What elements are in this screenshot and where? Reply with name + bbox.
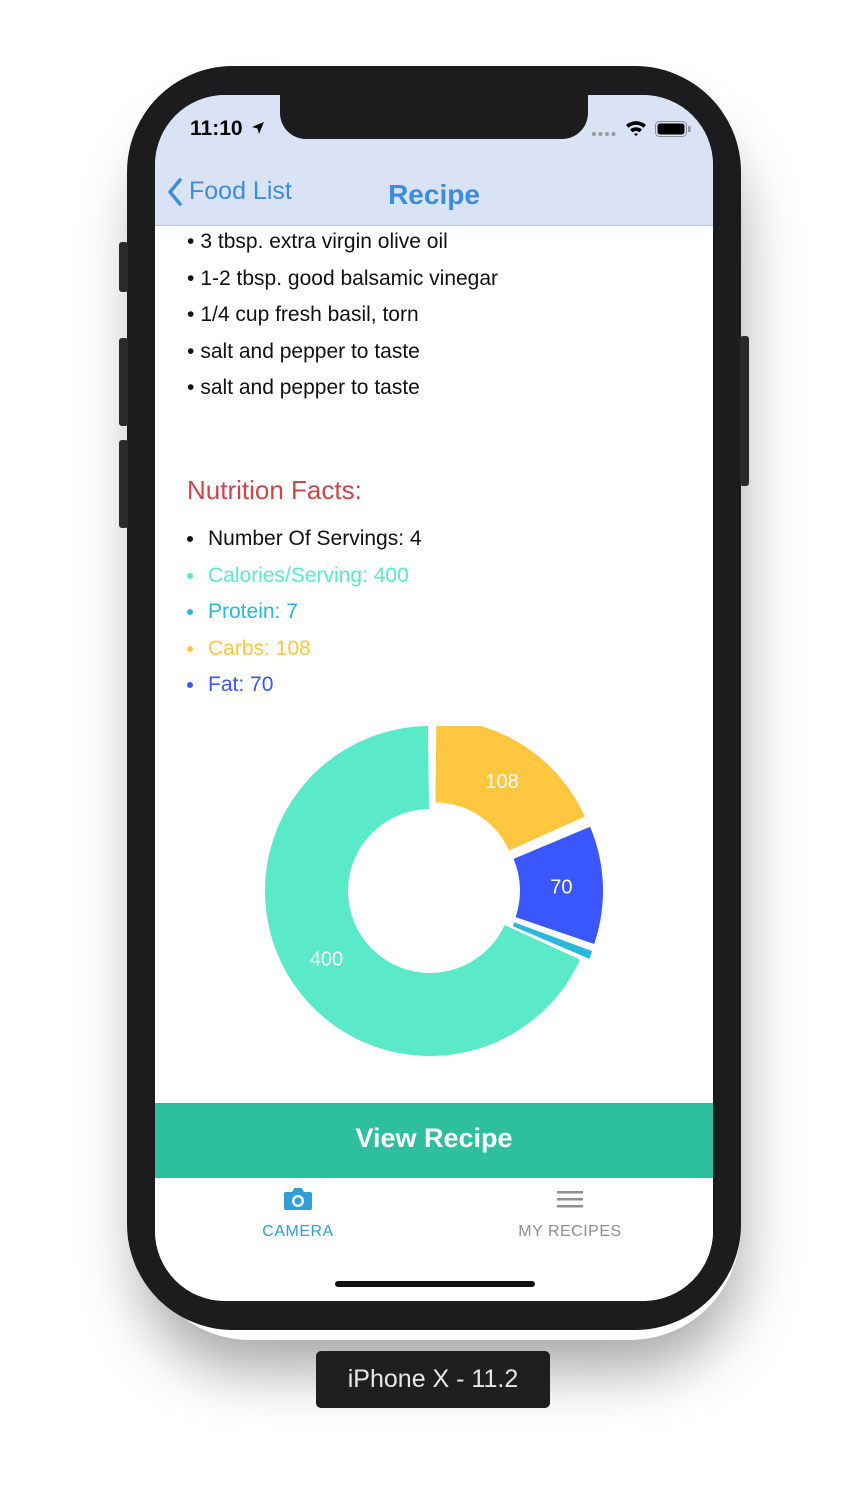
- nutrition-item-servings: Number Of Servings: 4: [187, 521, 422, 558]
- recipe-content[interactable]: 3 tbsp. extra virgin olive oil 1-2 tbsp.…: [155, 226, 713, 1103]
- home-indicator: [335, 1281, 535, 1287]
- screen: 11:10 Food List Recipe 3 t: [155, 95, 713, 1301]
- nutrition-item-carbs: Carbs: 108: [187, 631, 422, 668]
- tab-my-recipes-label: MY RECIPES: [518, 1223, 622, 1240]
- view-recipe-button[interactable]: View Recipe: [155, 1103, 713, 1178]
- tab-camera[interactable]: CAMERA: [198, 1186, 398, 1241]
- camera-icon: [284, 1188, 312, 1210]
- status-time: 11:10: [190, 117, 243, 140]
- menu-icon: [557, 1191, 583, 1208]
- nutrition-item-fat: Fat: 70: [187, 667, 422, 704]
- donut-slice-label: 70: [550, 876, 572, 898]
- navigation-bar: Food List Recipe: [155, 169, 713, 226]
- device-label: iPhone X - 11.2: [316, 1351, 550, 1408]
- bullet-dot: [187, 572, 193, 579]
- ingredient-item: salt and pepper to taste: [187, 336, 498, 373]
- ingredient-list: 3 tbsp. extra virgin olive oil 1-2 tbsp.…: [187, 226, 498, 409]
- view-recipe-label: View Recipe: [355, 1123, 513, 1153]
- ingredient-item: 1/4 cup fresh basil, torn: [187, 299, 498, 336]
- ingredient-item: 3 tbsp. extra virgin olive oil: [187, 226, 498, 263]
- wifi-icon: [626, 121, 646, 137]
- mute-switch: [119, 242, 128, 292]
- ingredient-item: salt and pepper to taste: [187, 372, 498, 409]
- nutrition-donut-chart: 108 70 400: [265, 726, 603, 1056]
- power-button: [740, 336, 749, 486]
- tab-my-recipes[interactable]: MY RECIPES: [470, 1186, 670, 1241]
- bullet-dot: [187, 645, 193, 652]
- nutrition-facts-title: Nutrition Facts:: [187, 475, 362, 505]
- nutrition-item-protein: Protein: 7: [187, 594, 422, 631]
- bullet-dot: [187, 536, 193, 543]
- volume-down-button: [119, 440, 128, 528]
- notch: [280, 95, 588, 139]
- ingredient-item: 1-2 tbsp. good balsamic vinegar: [187, 263, 498, 300]
- nutrition-list: Number Of Servings: 4 Calories/Serving: …: [187, 521, 422, 704]
- signal-dots-icon: [592, 132, 616, 136]
- tab-camera-label: CAMERA: [262, 1223, 334, 1240]
- bullet-dot: [187, 682, 193, 689]
- volume-up-button: [119, 338, 128, 426]
- bullet-dot: [187, 609, 193, 616]
- donut-slice-label: 108: [485, 771, 518, 793]
- page-title: Recipe: [388, 179, 480, 210]
- location-arrow-icon: [252, 122, 264, 134]
- donut-slice-label: 400: [310, 948, 343, 970]
- nutrition-item-calories: Calories/Serving: 400: [187, 558, 422, 595]
- battery-icon: [655, 121, 691, 137]
